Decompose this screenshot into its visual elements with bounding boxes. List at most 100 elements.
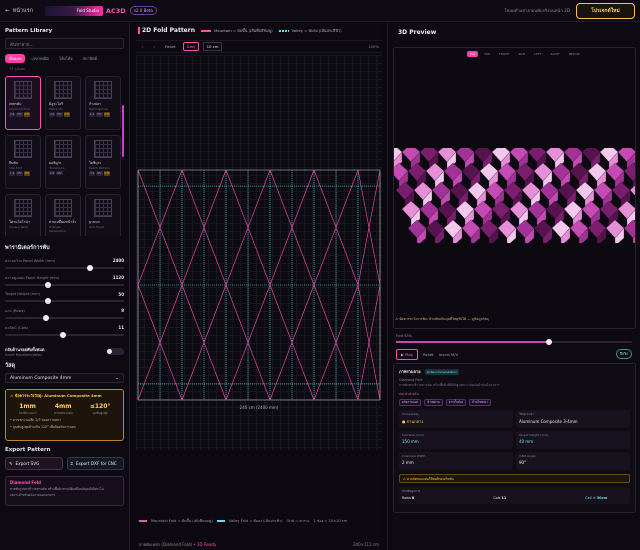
reset-button[interactable]: Reset [162, 43, 179, 50]
header-tip: โหลดตัวอย่างก่อนพับจริงบนหน้า 3D [504, 8, 570, 13]
pattern-card[interactable]: ก้างปลา Herringbone 1:1 MV ยาก [85, 76, 121, 130]
zoom-out-icon[interactable]: ‹ [139, 43, 147, 50]
new-project-button[interactable]: โปรเจกต์ใหม่ [576, 3, 635, 19]
pattern-en-name: Miura-Ori [49, 107, 63, 111]
invert-toggle-row: กลับด้านรอยพับทั้งหมด Invert Mountain/Va… [5, 346, 124, 357]
status-ready: • 3D Ready [193, 542, 217, 547]
param-slider[interactable] [5, 298, 124, 304]
summary-item: Cell ≈ 30cm [585, 496, 607, 500]
pattern-en-name: Square Twist [9, 225, 28, 229]
invert-mv-button[interactable]: Invert M/V [439, 352, 459, 357]
grid-button[interactable]: Grid [182, 42, 199, 51]
pattern-card[interactable]: สามเหลี่ยมหน้าจั่ว Triangle Tessellation [45, 194, 81, 236]
invert-switch[interactable] [106, 348, 124, 355]
view-tab[interactable]: ISO [467, 51, 479, 57]
pattern-card[interactable]: ยอชิมูระ Yoshimura 2:1 MV [45, 135, 81, 189]
slider-knob[interactable] [59, 332, 66, 338]
param-label-row: ความสูงแผ่น Panel Height (mm) 1120 [5, 275, 124, 281]
pattern-badges: 2:1 MV [49, 171, 77, 175]
tab-curved[interactable]: โค้งโค้ง [55, 54, 77, 63]
pattern-en-name: Resch Pattern [89, 166, 110, 170]
pattern-search-input[interactable]: ค้นหาลาย... [5, 38, 124, 49]
legend-valley: Valley = พับลง (เส้นประสีฟ้า) [278, 28, 342, 34]
view-tab[interactable]: TOP [481, 51, 493, 57]
analysis-pattern: Diamond Fold [399, 378, 423, 382]
analysis-cell: Complexity ● ปานกลาง [399, 410, 513, 428]
cell-label: V-Groove Width [402, 454, 426, 458]
back-link[interactable]: ← หน้าแรก [5, 7, 33, 15]
pattern-card[interactable]: มิอูระโอริ Miura-Ori 3:2 MV ยาก [45, 76, 81, 130]
pattern-canvas[interactable]: 240 cm (2400 mm) [136, 55, 382, 450]
pattern-card[interactable]: เพชรพับ Diamond Fold 3:4 MV ยาก [5, 76, 41, 130]
mountain-line-icon [200, 29, 211, 32]
export-dxf-label: Export DXF for CNC [75, 461, 117, 466]
pattern-2d-title-text: 2D Fold Pattern [142, 27, 195, 34]
pattern-badge: ยาก [103, 171, 111, 176]
mountain-swatch-icon [139, 520, 147, 522]
preview-viewport[interactable]: ISO TOP FRONT SIDE LEFT RIGHT BELOW [393, 47, 636, 329]
params-section: พารามิเตอร์การพับ ความกว้าง Panel Width … [5, 244, 124, 357]
param-slider[interactable] [5, 315, 124, 321]
material-select[interactable]: Aluminum Composite 4mm ⌄ [5, 373, 124, 383]
legend-mountain: Mountain = พับขึ้น (เส้นทึบสีชมพู) [200, 27, 273, 34]
fold-track[interactable] [396, 339, 632, 345]
pattern-card[interactable]: ฐานนก Grid Pleat [85, 194, 121, 236]
folded-3d-model [394, 148, 635, 243]
pattern-badge: 2:1 [49, 171, 56, 175]
play-button[interactable]: ▶ Play [396, 349, 419, 360]
tab-all[interactable]: ทั้งหมด [5, 54, 26, 63]
view-tab[interactable]: RIGHT [548, 51, 563, 57]
pattern-card[interactable]: ลีบพับ Kite Fold 1:1 MV ง่าย [5, 135, 41, 189]
pattern-badge: 3:4 [9, 112, 16, 117]
slider-knob[interactable] [44, 298, 51, 304]
pattern-badges: 1:1 MV ง่าย [9, 171, 37, 176]
app-logo: Fold Studio [44, 5, 103, 16]
preview-panel: 3D Preview ISO TOP FRONT SIDE LEFT RIGHT BELOW… [387, 23, 640, 550]
legend-mountain-text: Mountain = พับขึ้น (เส้นทึบสีชมพู) [213, 27, 273, 33]
slider-knob[interactable] [87, 265, 94, 271]
summary-value: ≈ 30cm [592, 496, 607, 500]
cell-label: วัสดุแนะนำ [519, 412, 534, 416]
tab-geometric[interactable]: เรขาคณิต [27, 54, 52, 63]
pattern-svg: 240 cm (2400 mm) [137, 169, 381, 410]
param-label: แถว (Rows) [5, 309, 25, 313]
slider-knob[interactable] [44, 282, 51, 288]
view-tab[interactable]: LEFT [531, 51, 544, 57]
cell-value: 150 mm [402, 439, 419, 444]
color-mode-toggle[interactable]: สีจริง [615, 349, 632, 359]
view-tab[interactable]: FRONT [496, 51, 512, 57]
export-dxf-button[interactable]: ⌗ Export DXF for CNC [66, 457, 124, 470]
recommend-chip: ฉากกั้นห้อง [445, 399, 467, 406]
param-slider[interactable] [5, 265, 124, 271]
slider-knob[interactable] [42, 315, 49, 321]
pattern-scrollbar[interactable] [122, 105, 124, 157]
pattern-thumbnail-icon [94, 81, 112, 99]
pattern-thumbnail-icon [54, 199, 72, 217]
tab-architecture[interactable]: สถาปัตย์ [79, 54, 102, 63]
zoom-in-icon[interactable]: › [151, 43, 159, 50]
view-tab[interactable]: SIDE [515, 51, 528, 57]
material-title: วัสดุ [5, 363, 16, 369]
pattern-en-name: Grid Pleat [89, 225, 104, 229]
unit-select[interactable]: 10 cm [202, 42, 223, 51]
fold-slider[interactable]: Fold 65% [396, 334, 632, 338]
param-slider[interactable] [5, 332, 124, 338]
pattern-badge: ยาก [103, 112, 111, 117]
reset-view-button[interactable]: Reset [423, 352, 434, 357]
fold-knob[interactable] [546, 339, 553, 345]
pattern-footer: Mountain Fold = พับขึ้น (เส้นทึบชมพู) Va… [136, 513, 382, 529]
fold-label: Fold 65% [396, 334, 413, 338]
pattern-badge: 3:2 [49, 112, 56, 117]
pattern-card[interactable]: โยชิมุระ Resch Pattern 3:2 MV ยาก [85, 135, 121, 189]
material-stat: 4mm ความหนาแผ่น [54, 403, 73, 416]
left-sidebar: Pattern Library ค้นหาลาย... ทั้งหมด เรขา… [0, 23, 130, 550]
param-slider[interactable] [5, 282, 124, 288]
pattern-toolbar: ‹ › Reset Grid 10 cm 100% [136, 40, 382, 53]
param-row: ความสูงแผ่น Panel Height (mm) 1120 [5, 275, 124, 288]
export-svg-button[interactable]: ✎ Export SVG [5, 457, 63, 470]
pattern-badge: MV [56, 171, 63, 175]
pattern-card[interactable]: โครนโคโรน่า Square Twist [5, 194, 41, 236]
pattern-count: 13 รูปแบบ [9, 67, 26, 71]
cell-label: Complexity [402, 412, 419, 416]
view-tab[interactable]: BELOW [566, 51, 583, 57]
